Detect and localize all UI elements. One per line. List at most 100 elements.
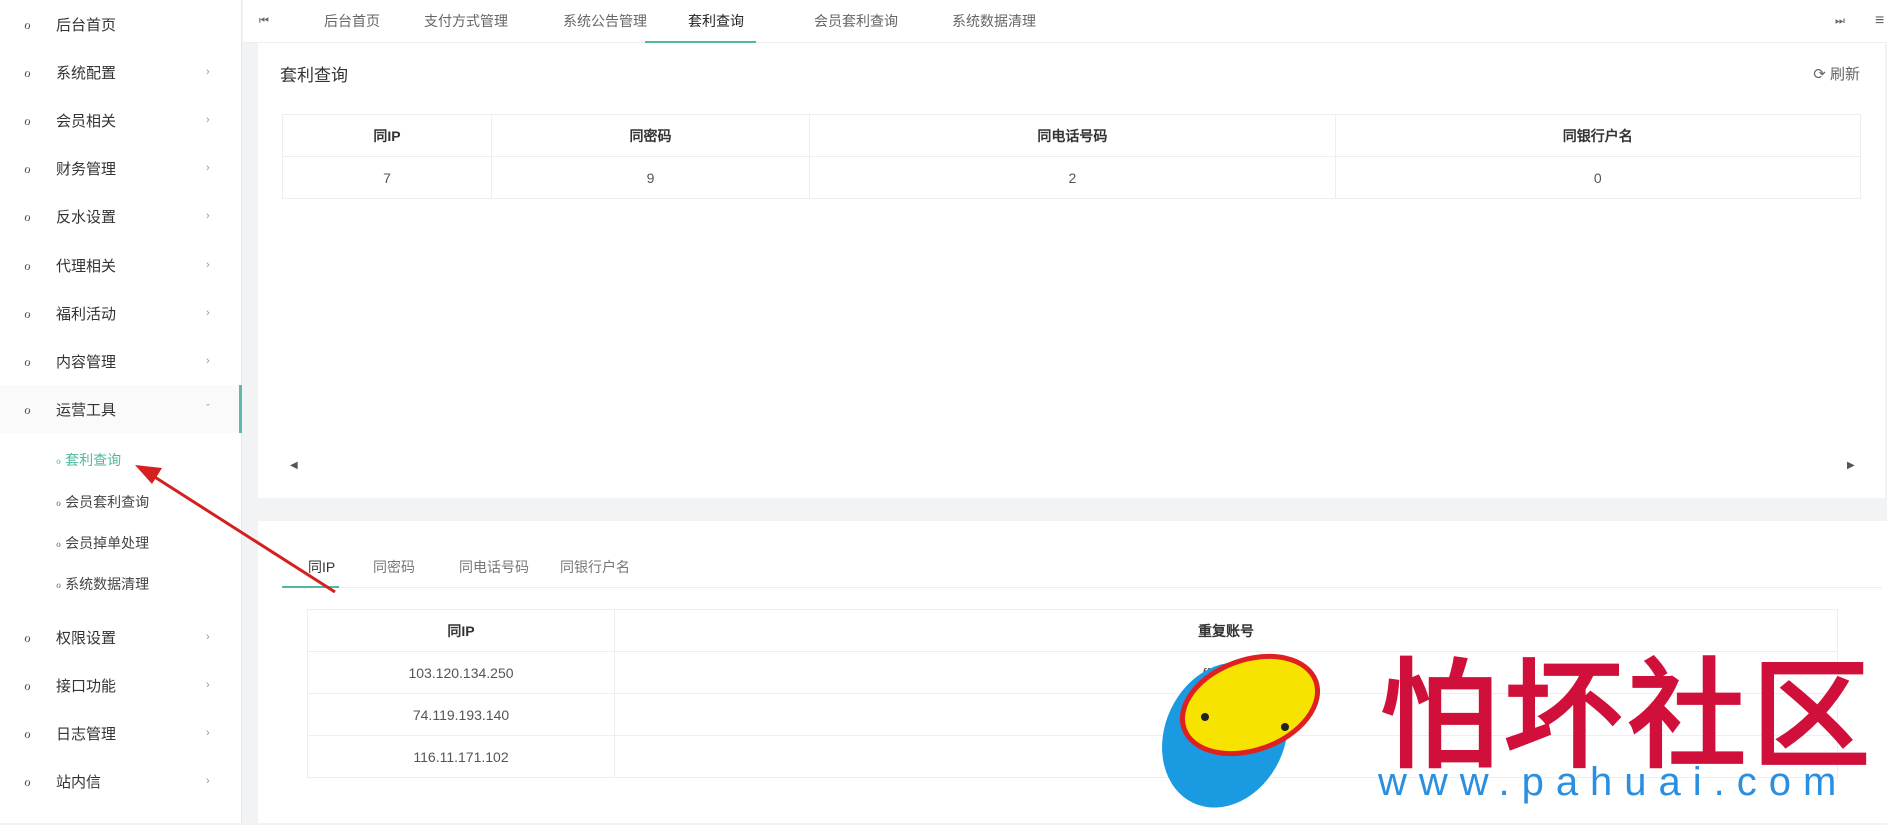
col-header: 同IP [307, 609, 615, 652]
chevron-right-icon: › [206, 210, 210, 222]
submenu-label: 系统数据清理 [65, 576, 150, 592]
same-ip-count: 7 [282, 156, 492, 199]
sidebar-item-logs[interactable]: ℴ 日志管理 › [0, 709, 242, 757]
sidebar-item-operations[interactable]: ℴ 运营工具 ˇ [0, 385, 242, 433]
sidebar-item-agents[interactable]: ℴ 代理相关 › [0, 241, 242, 289]
sidebar-item-promotions[interactable]: ℴ 福利活动 › [0, 289, 242, 337]
same-bank-name-count: 0 [1334, 156, 1862, 199]
sidebar-item-label: 运营工具 [56, 401, 117, 419]
sidebar-item-label: 系统配置 [56, 64, 117, 82]
chevron-down-icon: ˇ [206, 403, 210, 415]
sidebar-item-label: 代理相关 [56, 257, 117, 275]
circle-icon: ℴ [24, 208, 31, 225]
chevron-right-icon: › [206, 727, 210, 739]
submenu-dropped-orders[interactable]: ℴ 会员掉单处理 [56, 528, 149, 558]
chevron-right-icon: › [206, 775, 210, 787]
summary-table: 同IP 同密码 同电话号码 同银行户名 7920 [282, 114, 1862, 199]
submenu-member-arbitrage[interactable]: ℴ 会员套利查询 [56, 487, 149, 517]
table-row: 116.11.171.102 [307, 735, 1838, 778]
circle-icon: ℴ [24, 725, 31, 742]
sidebar-item-finance[interactable]: ℴ 财务管理 › [0, 144, 242, 192]
sidebar-item-label: 接口功能 [56, 677, 117, 695]
refresh-button[interactable]: ⟳ 刷新 [1813, 63, 1860, 84]
submenu-label: 会员掉单处理 [65, 535, 150, 551]
scroll-right-icon[interactable]: ▶ [1847, 460, 1855, 471]
chevron-right-icon: › [206, 259, 210, 271]
circle-icon: ℴ [24, 257, 31, 274]
sidebar-item-label: 站内信 [56, 773, 102, 791]
tab-data-cleanup[interactable]: 系统数据清理 [952, 0, 1036, 43]
sidebar-item-rebate[interactable]: ℴ 反水设置 › [0, 192, 242, 240]
sidebar-item-content[interactable]: ℴ 内容管理 › [0, 337, 242, 385]
tab-same-bank-name[interactable]: 同银行户名 [560, 557, 630, 577]
chevron-right-icon: › [206, 114, 210, 126]
close-icon[interactable]: × [627, 0, 633, 42]
page-title: 套利查询 [280, 66, 348, 85]
circle-icon: ℴ [56, 454, 62, 467]
sidebar-item-home[interactable]: ℴ 后台首页 [0, 0, 242, 48]
tab-scroll-left-icon[interactable]: ⏮ [259, 0, 269, 43]
chevron-right-icon: › [206, 307, 210, 319]
tab-bar: ⏮ 后台首页 支付方式管理 × 系统公告管理 × 套利查询 × 会员套利查询 ×… [243, 0, 1887, 43]
menu-icon[interactable]: ≡ [1875, 0, 1884, 43]
sidebar-item-label: 日志管理 [56, 725, 117, 743]
sidebar-item-label: 内容管理 [56, 353, 117, 371]
sidebar-item-system-config[interactable]: ℴ 系统配置 › [0, 48, 242, 96]
sidebar-item-api[interactable]: ℴ 接口功能 › [0, 661, 242, 709]
tab-announcements[interactable]: 系统公告管理 [563, 0, 647, 43]
accounts-cell [614, 735, 1838, 778]
submenu-data-cleanup[interactable]: ℴ 系统数据清理 [56, 569, 149, 599]
circle-icon: ℴ [24, 773, 31, 790]
circle-icon: ℴ [24, 112, 31, 129]
circle-icon: ℴ [24, 401, 31, 418]
sidebar-item-label: 福利活动 [56, 305, 117, 323]
col-header: 重复账号 [614, 609, 1838, 652]
circle-icon: ℴ [24, 64, 31, 81]
tab-member-arbitrage[interactable]: 会员套利查询 [814, 0, 898, 43]
sidebar-item-members[interactable]: ℴ 会员相关 › [0, 96, 242, 144]
sidebar: ℴ 后台首页 ℴ 系统配置 › ℴ 会员相关 › ℴ 财务管理 › ℴ 反水设置 › ℴ 代理相关 ›… [0, 0, 242, 823]
divider [282, 587, 1882, 588]
close-icon[interactable]: × [1016, 0, 1022, 42]
circle-icon: ℴ [56, 496, 62, 509]
circle-icon: ℴ [56, 537, 62, 550]
accounts-cell: ff...00... [614, 651, 1838, 694]
detail-table: 同IP 重复账号 103.120.134.250 ff...00... 74.119… [307, 609, 1838, 778]
close-icon[interactable]: × [877, 0, 883, 42]
sidebar-item-label: 后台首页 [56, 16, 117, 34]
ip-cell: 74.119.193.140 [307, 693, 615, 736]
tab-same-password[interactable]: 同密码 [373, 557, 415, 577]
accounts-cell: ca... [614, 693, 1838, 736]
chevron-right-icon: › [206, 355, 210, 367]
chevron-right-icon: › [206, 679, 210, 691]
submenu-arbitrage-query[interactable]: ℴ 套利查询 [56, 445, 121, 475]
submenu-label: 套利查询 [65, 452, 122, 468]
scroll-left-icon[interactable]: ◀ [290, 460, 298, 471]
close-icon[interactable]: × [487, 0, 493, 42]
tab-same-phone[interactable]: 同电话号码 [459, 557, 529, 577]
same-phone-count: 2 [809, 156, 1336, 199]
circle-icon: ℴ [24, 16, 31, 33]
submenu-label: 会员套利查询 [65, 494, 150, 510]
same-password-count: 9 [490, 156, 811, 199]
tab-payment-methods[interactable]: 支付方式管理 [424, 0, 508, 43]
col-header: 同IP [282, 114, 492, 157]
sidebar-item-messages[interactable]: ℴ 站内信 › [0, 757, 242, 805]
circle-icon: ℴ [56, 578, 62, 591]
sidebar-item-label: 反水设置 [56, 208, 117, 226]
detail-card: 同IP 同密码 同电话号码 同银行户名 同IP 重复账号 103.120.134.… [258, 521, 1887, 823]
ip-cell: 116.11.171.102 [307, 735, 615, 778]
ip-cell: 103.120.134.250 [307, 651, 615, 694]
tab-scroll-right-icon[interactable]: ⏭ [1835, 0, 1845, 43]
sidebar-item-permissions[interactable]: ℴ 权限设置 › [0, 613, 242, 661]
col-header: 同密码 [490, 114, 811, 157]
table-row: 7920 [282, 156, 1862, 199]
circle-icon: ℴ [24, 677, 31, 694]
circle-icon: ℴ [24, 160, 31, 177]
tab-home[interactable]: 后台首页 [324, 0, 380, 43]
chevron-right-icon: › [206, 631, 210, 643]
sidebar-item-label: 会员相关 [56, 112, 117, 130]
tab-same-ip[interactable]: 同IP [308, 557, 335, 577]
close-icon[interactable]: × [737, 0, 743, 42]
sidebar-item-label: 财务管理 [56, 160, 117, 178]
